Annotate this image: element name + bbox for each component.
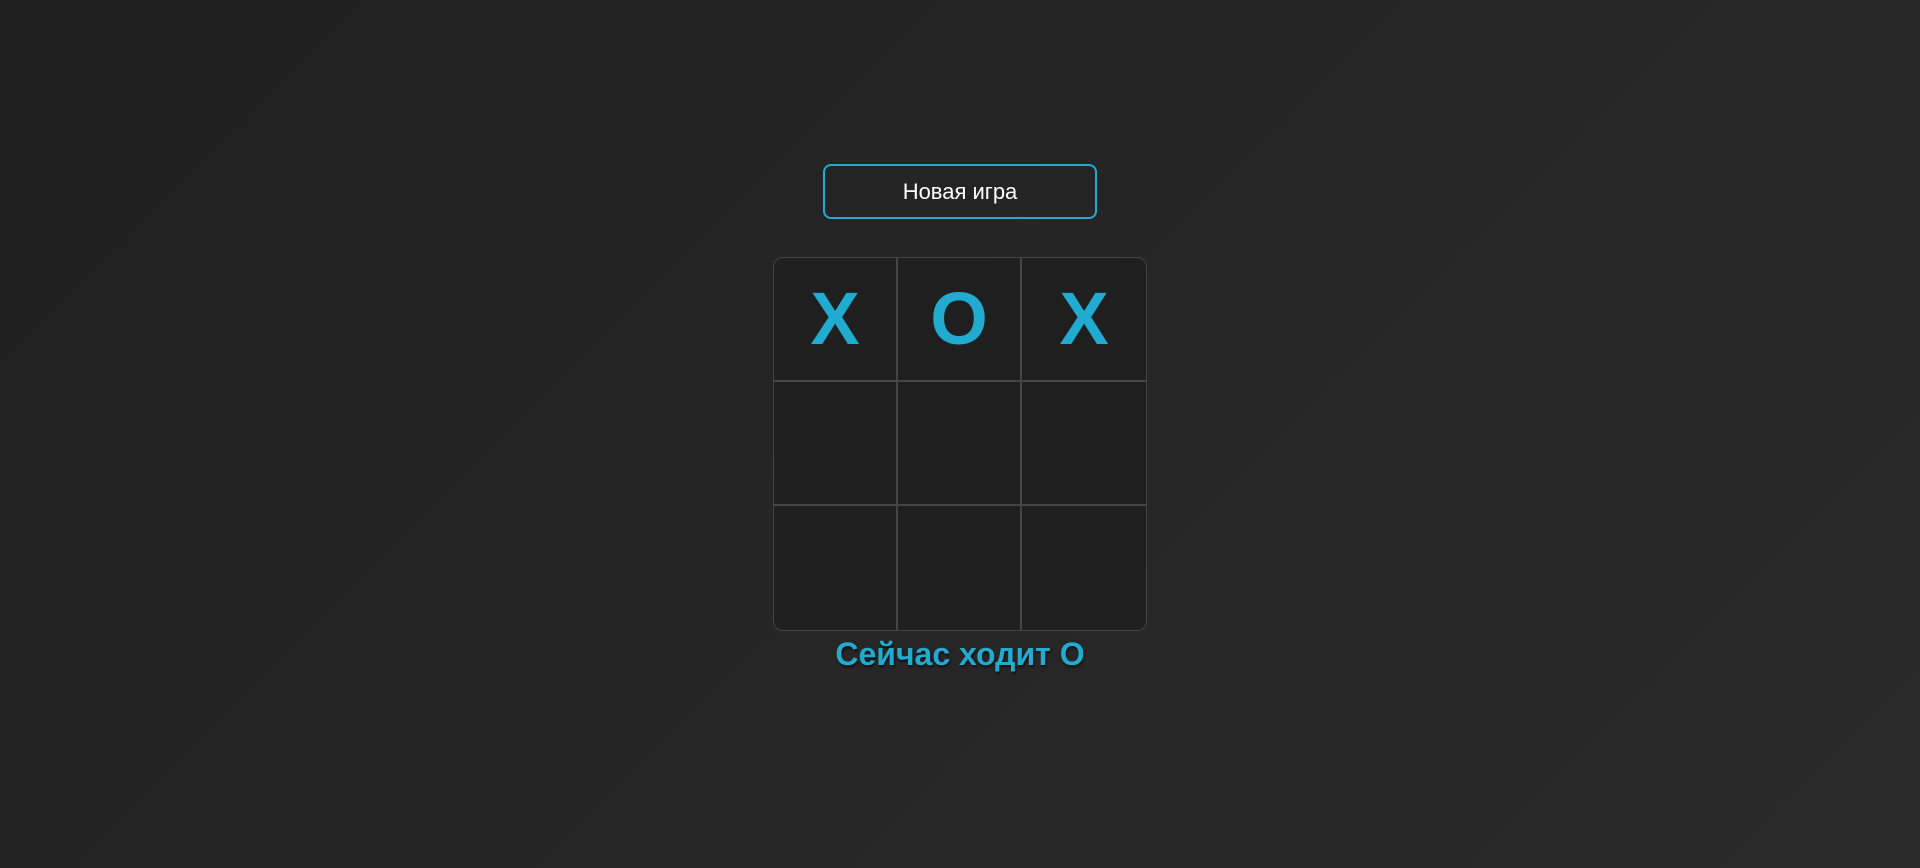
board-cell-2[interactable]: O [898, 258, 1022, 382]
board-cell-1[interactable]: X [774, 258, 898, 382]
board-cell-5[interactable] [898, 382, 1022, 506]
board-cell-9[interactable] [1022, 506, 1146, 630]
new-game-button[interactable]: Новая игра [823, 164, 1097, 219]
board-cell-8[interactable] [898, 506, 1022, 630]
board-cell-7[interactable] [774, 506, 898, 630]
board-cell-6[interactable] [1022, 382, 1146, 506]
turn-status: Сейчас ходит O [835, 636, 1085, 672]
board-cell-4[interactable] [774, 382, 898, 506]
game-board: X O X [773, 257, 1147, 631]
board-cell-3[interactable]: X [1022, 258, 1146, 382]
tic-tac-toe-app: Новая игра X O X Сейчас ходит O [0, 0, 1920, 868]
